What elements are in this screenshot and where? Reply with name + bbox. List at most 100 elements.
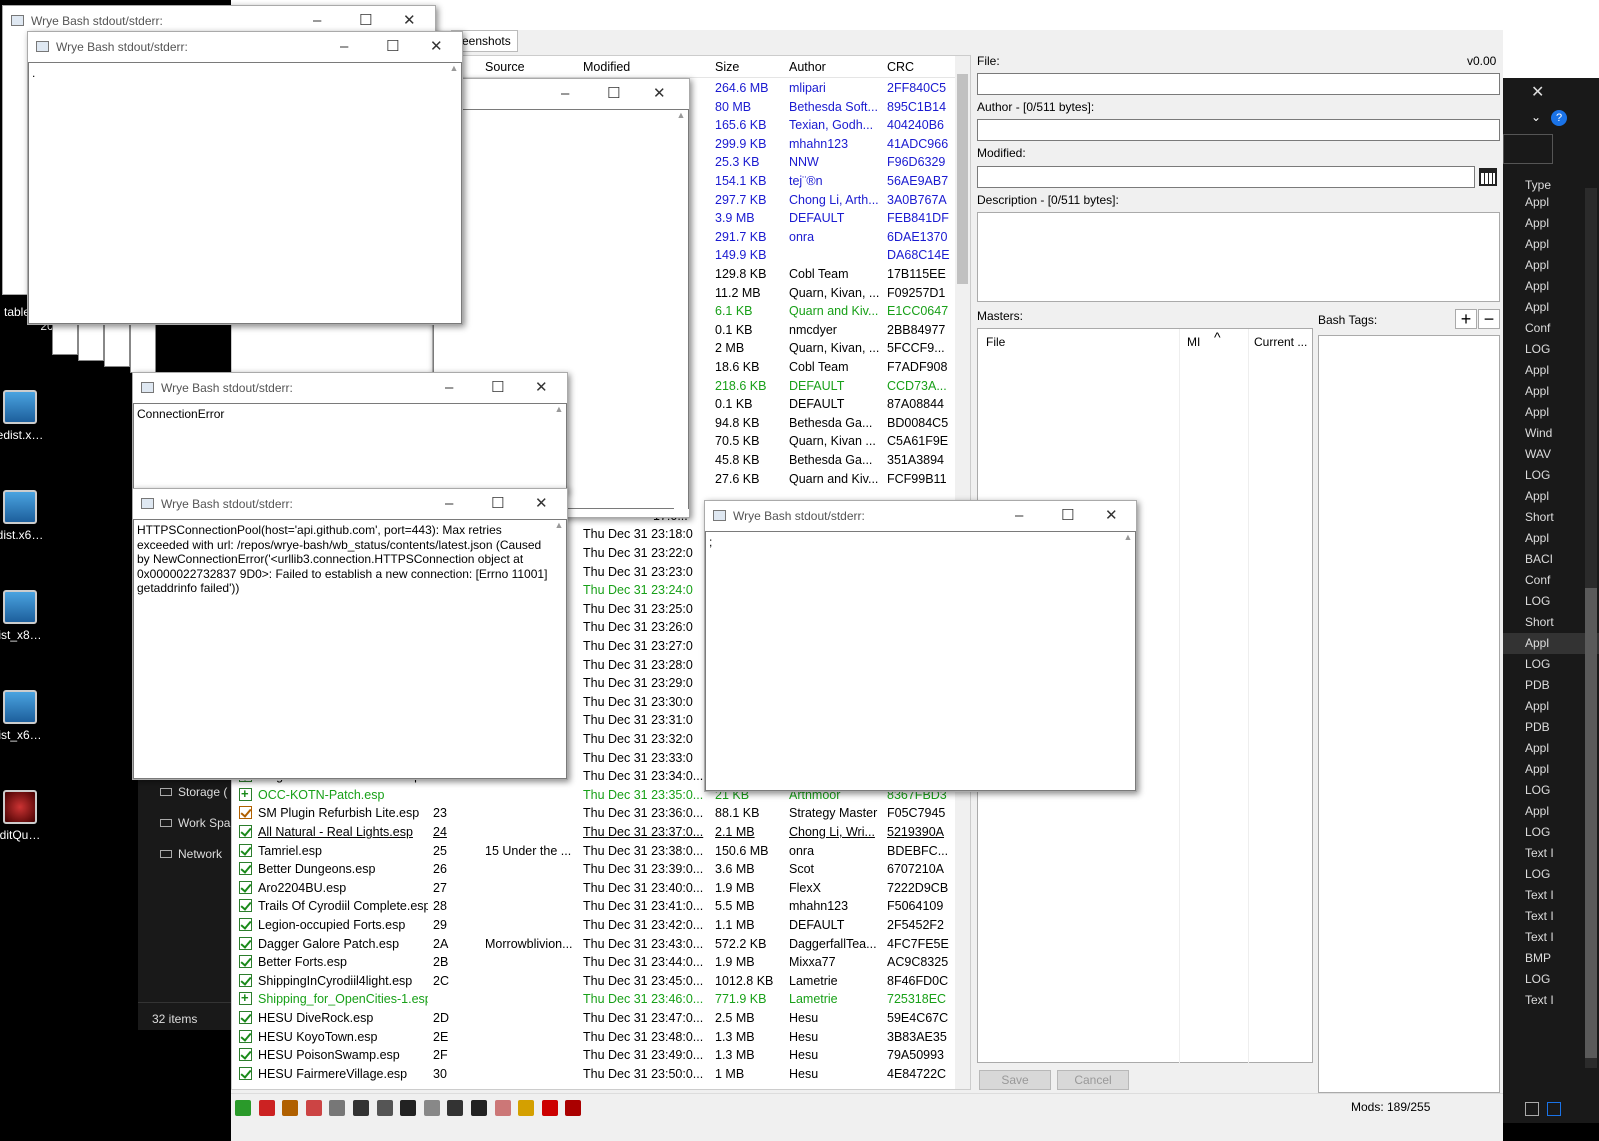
target-icon[interactable] [541, 1100, 558, 1116]
gear-icon[interactable] [423, 1100, 440, 1116]
desktop-icon[interactable]: ist_x6… [0, 690, 50, 742]
minimize-icon[interactable]: – [340, 32, 348, 62]
masters-col-file[interactable]: File [986, 335, 1005, 349]
nav-item[interactable]: Storage ( [160, 785, 227, 799]
minimize-icon[interactable]: – [561, 79, 569, 109]
masters-col-current[interactable]: Current ... [1254, 335, 1307, 349]
mod-checkbox[interactable] [239, 825, 252, 838]
cancel-button[interactable]: Cancel [1057, 1070, 1129, 1090]
close-icon[interactable]: ✕ [1105, 501, 1118, 531]
table-row[interactable]: Tamriel.esp 25 15 Under the ... Thu Dec 31 … [232, 842, 957, 861]
mod-checkbox[interactable] [239, 936, 252, 950]
mod-checkbox[interactable] [239, 973, 252, 987]
launcher-icon[interactable] [282, 1100, 299, 1116]
config-icon[interactable] [471, 1100, 487, 1116]
mod-checkbox[interactable] [239, 1048, 252, 1062]
tool-icon[interactable] [305, 1100, 322, 1116]
table-row[interactable]: Shipping_for_OpenCities-1.esp Thu Dec 31 … [232, 990, 957, 1009]
help-icon[interactable] [447, 1100, 464, 1116]
stdout-text[interactable]: HTTPSConnectionPool(host='api.github.com… [133, 519, 567, 779]
help-icon[interactable]: ? [1551, 110, 1567, 126]
maximize-icon[interactable]: ☐ [491, 489, 504, 519]
table-row[interactable]: Dagger Galore Patch.esp 2A Morrowblivion..… [232, 935, 957, 954]
mod-cell: Thu Dec 31 23:41:0... [583, 899, 704, 914]
maximize-icon[interactable]: ☐ [607, 79, 620, 109]
column-header-type[interactable]: Type [1525, 178, 1551, 192]
mod-checkbox[interactable] [239, 880, 252, 894]
steam-icon[interactable] [353, 1100, 369, 1116]
table-row[interactable]: All Natural - Real Lights.esp 24 Thu Dec 3… [232, 823, 957, 842]
doc-icon[interactable] [400, 1100, 417, 1116]
description-field[interactable] [977, 212, 1500, 302]
tiles-view-icon[interactable] [1547, 1102, 1561, 1116]
file-label: File: [977, 54, 1000, 68]
maximize-icon[interactable]: ☐ [386, 32, 399, 62]
uncheck-all-icon[interactable] [258, 1100, 275, 1116]
tool-icon[interactable] [494, 1100, 511, 1116]
save-button[interactable]: Save [979, 1070, 1051, 1090]
table-row[interactable]: ShippingInCyrodiil4light.esp 2C Thu Dec 31… [232, 972, 957, 991]
stdout-text[interactable]: . [28, 62, 462, 324]
column-header-source[interactable]: Source [485, 60, 525, 74]
table-row[interactable]: HESU DiveRock.esp 2D Thu Dec 31 23:47:0...… [232, 1009, 957, 1028]
mod-checkbox[interactable] [239, 992, 252, 1006]
mod-checkbox[interactable] [239, 899, 252, 913]
table-row[interactable]: HESU FairmereVillage.esp 30 Thu Dec 31 23:… [232, 1065, 957, 1084]
close-icon[interactable]: ✕ [1531, 82, 1544, 102]
mod-checkbox[interactable] [239, 1011, 252, 1024]
mod-checkbox[interactable] [239, 955, 252, 969]
nav-item[interactable]: Work Spa [160, 816, 230, 830]
table-row[interactable]: Trails Of Cyrodiil Complete.esp 28 Thu Dec… [232, 897, 957, 916]
table-row[interactable]: SM Plugin Refurbish Lite.esp 23 Thu Dec 31… [232, 804, 957, 823]
author-field[interactable] [977, 119, 1500, 141]
column-header-modified[interactable]: Modified [583, 60, 630, 74]
desktop-icon[interactable]: ist_x8… [0, 590, 50, 642]
table-row[interactable]: Legion-occupied Forts.esp 29 Thu Dec 31 23… [232, 916, 957, 935]
close-icon[interactable]: ✕ [653, 79, 666, 109]
table-row[interactable]: Better Dungeons.esp 26 Thu Dec 31 23:39:0.… [232, 860, 957, 879]
file-cell: HESU FairmereVillage.esp [258, 1066, 408, 1081]
table-row[interactable]: Better Forts.esp 2B Thu Dec 31 23:44:0... 1… [232, 953, 957, 972]
table-row[interactable]: Aro2204BU.esp 27 Thu Dec 31 23:40:0... 1.9 … [232, 879, 957, 898]
folder-icon[interactable] [518, 1100, 535, 1116]
chevron-down-icon[interactable]: ⌄ [1531, 110, 1541, 124]
column-header-crc[interactable]: CRC [887, 60, 914, 74]
modified-field[interactable] [977, 166, 1475, 188]
column-header-author[interactable]: Author [789, 60, 826, 74]
check-all-icon[interactable] [235, 1100, 251, 1116]
close-icon[interactable]: ✕ [535, 489, 548, 519]
masters-col-mi[interactable]: MI [1187, 335, 1200, 349]
add-tag-button[interactable]: + [1455, 309, 1477, 329]
target-icon[interactable] [565, 1100, 582, 1116]
minimize-icon[interactable]: – [1015, 501, 1023, 531]
column-header-size[interactable]: Size [715, 60, 739, 74]
book-icon[interactable] [376, 1100, 393, 1116]
minimize-icon[interactable]: – [445, 489, 453, 519]
maximize-icon[interactable]: ☐ [491, 373, 504, 403]
minimize-icon[interactable]: – [445, 373, 453, 403]
steam-icon[interactable] [329, 1100, 346, 1116]
table-row[interactable]: HESU PoisonSwamp.esp 2F Thu Dec 31 23:49:0… [232, 1046, 957, 1065]
idx-cell: 2F [433, 1048, 448, 1063]
mod-checkbox[interactable] [239, 1029, 252, 1043]
mod-checkbox[interactable] [239, 787, 252, 801]
desktop-icon[interactable]: edist.x… [0, 390, 50, 442]
file-field[interactable] [977, 73, 1500, 95]
mod-checkbox[interactable] [239, 806, 252, 820]
stdout-text[interactable]: ConnectionError [133, 403, 567, 491]
mod-checkbox[interactable] [239, 862, 252, 876]
calendar-icon[interactable] [1479, 168, 1497, 186]
table-row[interactable]: HESU KoyoTown.esp 2E Thu Dec 31 23:48:0...… [232, 1028, 957, 1047]
maximize-icon[interactable]: ☐ [1061, 501, 1074, 531]
mod-checkbox[interactable] [239, 1066, 252, 1080]
nav-item[interactable]: Network [160, 847, 222, 861]
close-icon[interactable]: ✕ [535, 373, 548, 403]
details-view-icon[interactable] [1525, 1102, 1539, 1116]
desktop-icon[interactable]: ditQu… [0, 790, 50, 842]
stdout-text[interactable]: ; [705, 531, 1136, 791]
remove-tag-button[interactable]: − [1478, 309, 1500, 329]
desktop-icon[interactable]: dist.x6… [0, 490, 50, 542]
mod-checkbox[interactable] [239, 918, 252, 931]
mod-checkbox[interactable] [239, 843, 252, 857]
close-icon[interactable]: ✕ [430, 32, 443, 62]
